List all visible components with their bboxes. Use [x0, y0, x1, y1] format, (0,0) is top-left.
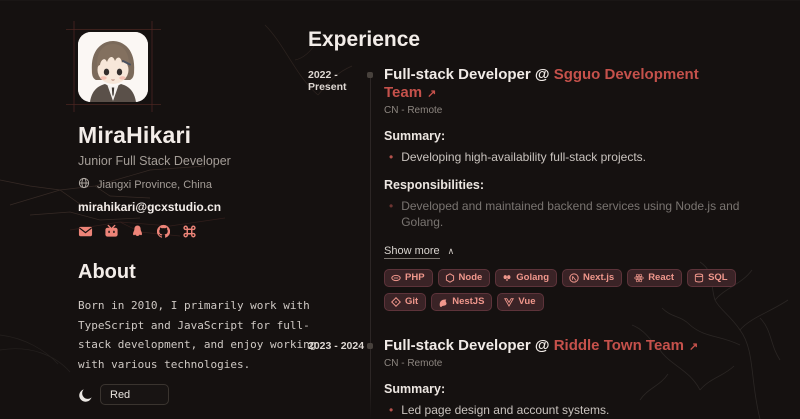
- command-icon[interactable]: [182, 224, 197, 239]
- bullet-text: Developing high-availability full-stack …: [401, 149, 646, 165]
- tag-list: PHP Node Golang Next.js React SQL Git NestJS Vue: [384, 269, 744, 317]
- bullet-text: Developed and maintained backend service…: [401, 198, 748, 230]
- tag-label: Node: [459, 272, 483, 284]
- node-icon: [445, 273, 455, 283]
- show-more-button[interactable]: Show more∧: [384, 245, 454, 257]
- experience-period: 2022 - Present: [308, 66, 368, 317]
- theme-select[interactable]: Red: [100, 384, 169, 405]
- tag-node: Node: [438, 269, 491, 287]
- git-icon: [391, 297, 401, 307]
- golang-icon: [502, 273, 512, 283]
- tag-label: Vue: [518, 296, 535, 308]
- about-text: Born in 2010, I primarily work with Type…: [78, 296, 330, 374]
- bullet-dot: •: [389, 198, 393, 230]
- experience-company-link[interactable]: Riddle Town Team: [554, 337, 684, 354]
- responsibilities-list: •Developed and maintained backend servic…: [384, 198, 748, 230]
- summary-label: Summary:: [384, 129, 748, 143]
- portfolio-page: { "colors": { "background": "#151110", "…: [0, 0, 800, 419]
- bullet-dot: •: [389, 402, 393, 418]
- social-icon-row: [78, 224, 328, 239]
- nestjs-icon: [438, 297, 448, 307]
- profile-name: MiraHikari: [78, 122, 328, 149]
- bullet-item: • Developing high-availability full-stack…: [384, 149, 748, 165]
- tag-php: PHP: [384, 269, 433, 287]
- tag-nestjs: NestJS: [431, 293, 492, 311]
- profile-location: Jiangxi Province, China: [97, 179, 212, 191]
- tag-label: Golang: [516, 272, 549, 284]
- theme-row: Red: [78, 384, 328, 405]
- tag-nextjs: Next.js: [562, 269, 622, 287]
- tag-label: NestJS: [452, 296, 484, 308]
- external-link-icon: ↗: [427, 88, 436, 100]
- bullet-text: Led page design and account systems.: [401, 402, 609, 418]
- experience-heading: Experience: [308, 28, 748, 52]
- moon-icon[interactable]: [78, 387, 94, 403]
- experience-period: 2023 - 2024: [308, 337, 368, 419]
- bullet-item: • Led page design and account systems.: [384, 402, 748, 418]
- responsibilities-label: Responsibilities:: [384, 178, 748, 192]
- php-icon: [391, 273, 401, 283]
- experience-section: Experience 2022 - Present Full-stack Dev…: [308, 28, 748, 419]
- tag-label: PHP: [405, 272, 425, 284]
- timeline-dot: [367, 343, 373, 349]
- summary-label: Summary:: [384, 382, 748, 396]
- experience-role: Full-stack Developer @: [384, 66, 550, 83]
- tag-vue: Vue: [497, 293, 543, 311]
- vue-icon: [504, 297, 514, 307]
- nextjs-icon: [569, 273, 579, 283]
- experience-title: Full-stack Developer @ Riddle Town Team ↗: [384, 337, 748, 356]
- tag-golang: Golang: [495, 269, 557, 287]
- bilibili-icon[interactable]: [104, 224, 119, 239]
- bullet-dot: •: [389, 149, 393, 165]
- avatar: [78, 32, 148, 102]
- bullet-item: •Developed and maintained backend servic…: [384, 198, 748, 230]
- experience-role: Full-stack Developer @: [384, 337, 550, 354]
- experience-title: Full-stack Developer @ Sgguo Development…: [384, 66, 748, 103]
- email-link[interactable]: mirahikari@gcxstudio.cn: [78, 200, 328, 214]
- tag-label: SQL: [708, 272, 728, 284]
- experience-entry: 2023 - 2024 Full-stack Developer @ Riddl…: [308, 337, 748, 419]
- globe-icon: [78, 177, 90, 192]
- theme-select-value: Red: [110, 389, 130, 401]
- about-heading: About: [78, 261, 328, 284]
- sql-icon: [694, 273, 704, 283]
- react-icon: [634, 273, 644, 283]
- experience-location: CN - Remote: [384, 358, 748, 369]
- timeline-dot: [367, 72, 373, 78]
- tag-sql: SQL: [687, 269, 736, 287]
- external-link-icon: ↗: [689, 341, 698, 353]
- experience-location: CN - Remote: [384, 105, 748, 116]
- github-icon[interactable]: [156, 224, 171, 239]
- qq-penguin-icon[interactable]: [130, 224, 145, 239]
- tag-label: Git: [405, 296, 418, 308]
- profile-title: Junior Full Stack Developer: [78, 154, 328, 168]
- tag-label: Next.js: [583, 272, 614, 284]
- summary-list: • Developing high-availability full-stack…: [384, 149, 748, 165]
- summary-list: • Led page design and account systems.: [384, 402, 748, 418]
- mail-icon[interactable]: [78, 224, 93, 239]
- tag-git: Git: [384, 293, 426, 311]
- sidebar: MiraHikari Junior Full Stack Developer J…: [78, 32, 328, 405]
- tag-react: React: [627, 269, 682, 287]
- tag-label: React: [648, 272, 674, 284]
- experience-entry: 2022 - Present Full-stack Developer @ Sg…: [308, 66, 748, 317]
- chevron-up-icon: ∧: [448, 246, 455, 256]
